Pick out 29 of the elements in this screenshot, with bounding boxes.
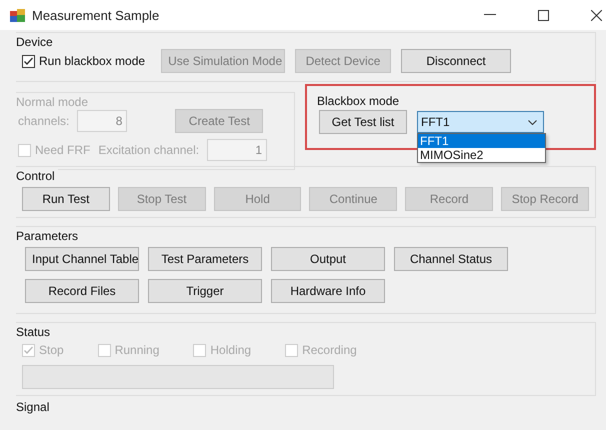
group-label: Control bbox=[16, 169, 58, 183]
parameter-button[interactable]: Test Parameters bbox=[148, 247, 262, 271]
parameter-button[interactable]: Trigger bbox=[148, 279, 262, 303]
device-button[interactable]: Disconnect bbox=[401, 49, 512, 73]
checkbox-icon bbox=[98, 344, 111, 356]
chevron-down-icon bbox=[528, 120, 537, 124]
checkbox-icon bbox=[285, 344, 298, 356]
app-icon bbox=[10, 8, 26, 22]
minimize-icon[interactable] bbox=[484, 14, 496, 16]
parameter-button[interactable]: Hardware Info bbox=[271, 279, 385, 303]
dropdown-option[interactable]: MIMOSine2 bbox=[418, 148, 545, 162]
close-icon[interactable] bbox=[591, 10, 602, 20]
dropdown-option[interactable]: FFT1 bbox=[418, 134, 545, 148]
get-test-list-button[interactable]: Get Test list bbox=[319, 110, 407, 134]
excitation-label: Excitation channel: bbox=[98, 143, 200, 157]
checkbox-icon bbox=[22, 54, 35, 68]
checkbox-icon bbox=[18, 144, 31, 156]
group-label: Blackbox mode bbox=[317, 94, 400, 108]
parameter-button[interactable]: Output bbox=[271, 247, 385, 271]
checkbox-icon bbox=[193, 344, 206, 356]
maximize-icon[interactable] bbox=[538, 10, 549, 20]
control-button[interactable]: Run Test bbox=[22, 187, 110, 211]
checkbox-icon bbox=[22, 344, 35, 356]
run-blackbox-checkbox[interactable]: Run blackbox mode bbox=[22, 54, 146, 68]
parameter-button[interactable]: Record Files bbox=[25, 279, 139, 303]
channels-label: channels: bbox=[18, 114, 70, 128]
parameter-button[interactable]: Channel Status bbox=[394, 247, 508, 271]
window-title: Measurement Sample bbox=[32, 8, 160, 22]
parameter-button[interactable]: Input Channel Table bbox=[25, 247, 139, 271]
